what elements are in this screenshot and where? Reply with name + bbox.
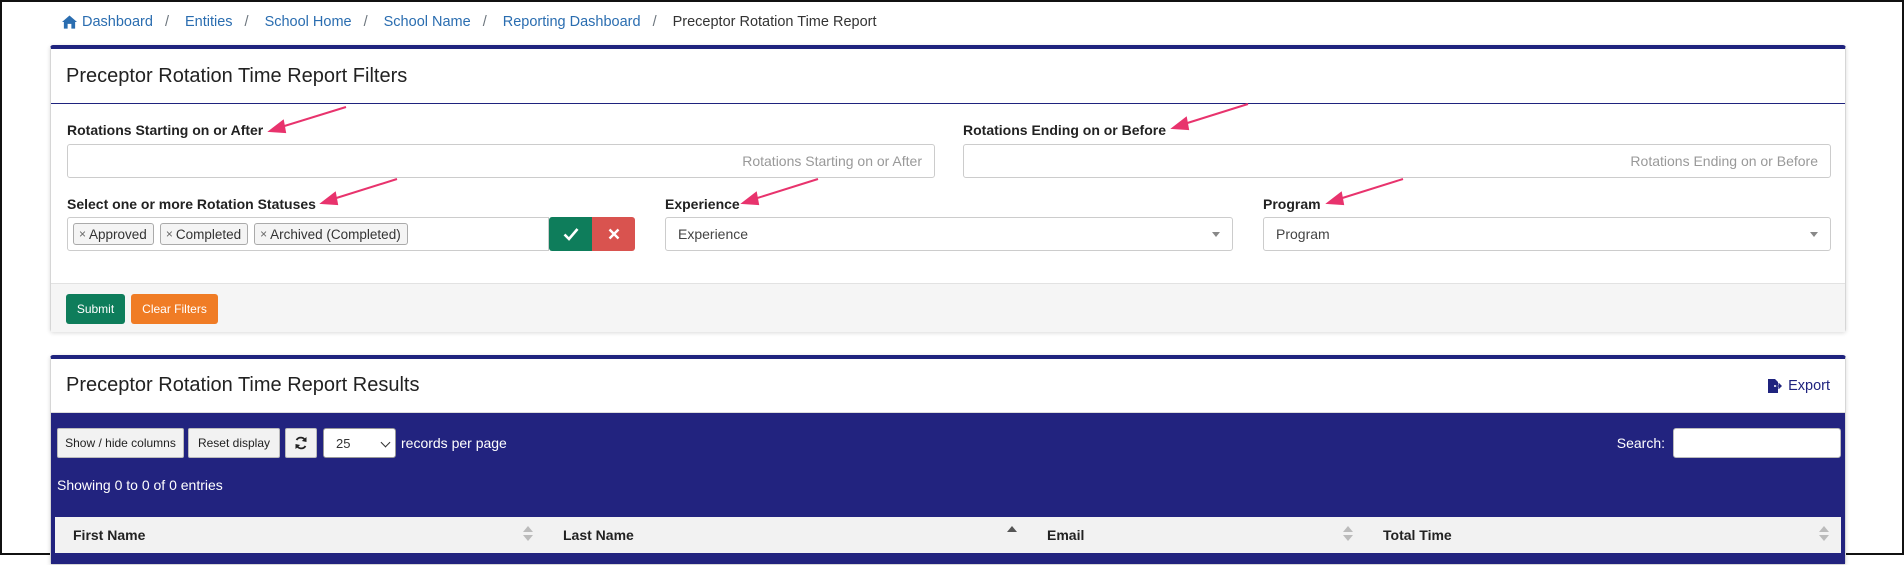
sort-icon	[1343, 526, 1353, 544]
column-label: Email	[1047, 527, 1085, 543]
results-card: Preceptor Rotation Time Report Results E…	[50, 355, 1846, 565]
search-input[interactable]	[1673, 428, 1841, 458]
refresh-button[interactable]	[285, 428, 317, 458]
results-title: Preceptor Rotation Time Report Results	[66, 374, 420, 396]
annotation-arrow-experience	[740, 178, 819, 206]
column-label: Last Name	[563, 527, 634, 543]
records-per-page-label: records per page	[401, 435, 507, 451]
column-email[interactable]: Email	[1029, 517, 1365, 553]
export-button[interactable]: Export	[1767, 378, 1830, 394]
table-info: Showing 0 to 0 of 0 entries	[57, 477, 223, 493]
column-total-time[interactable]: Total Time	[1365, 517, 1841, 553]
file-export-icon	[1768, 378, 1783, 393]
sort-ascending-icon	[1007, 526, 1017, 544]
column-label: Total Time	[1383, 527, 1452, 543]
page-length-select[interactable]: 25	[323, 428, 396, 458]
annotation-arrow-statuses	[319, 178, 398, 206]
export-label: Export	[1788, 377, 1830, 394]
results-card-header: Preceptor Rotation Time Report Results E…	[51, 359, 1845, 413]
show-hide-columns-button[interactable]: Show / hide columns	[57, 428, 184, 458]
page-length-value: 25	[336, 435, 351, 451]
column-label: First Name	[73, 527, 146, 543]
column-first-name[interactable]: First Name	[55, 517, 545, 553]
annotation-arrow-program	[1325, 178, 1404, 206]
annotation-arrow-end-date	[1170, 103, 1249, 131]
sort-icon	[523, 526, 533, 544]
datatable-panel: Show / hide columns Reset display 25 rec…	[51, 413, 1845, 564]
annotation-arrow-start-date	[267, 106, 347, 134]
sort-icon	[1819, 526, 1829, 544]
chevron-down-icon	[380, 437, 391, 448]
search-label: Search:	[1616, 435, 1665, 451]
table-header: First Name Last Name Email Total Time	[55, 517, 1841, 553]
column-last-name[interactable]: Last Name	[545, 517, 1029, 553]
refresh-icon	[295, 436, 307, 450]
reset-display-button[interactable]: Reset display	[188, 428, 280, 458]
